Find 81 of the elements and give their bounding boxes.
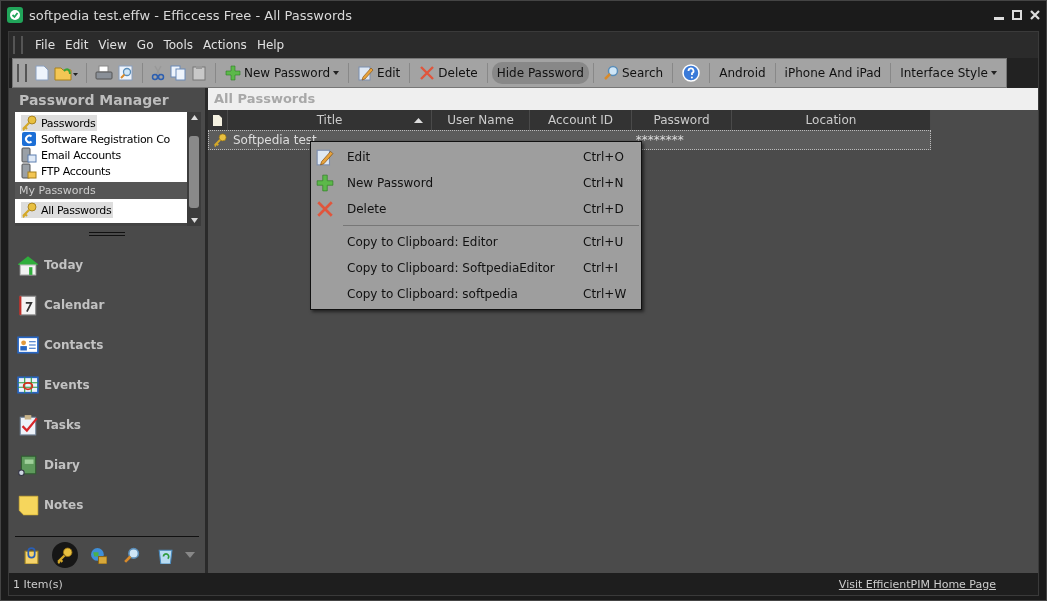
letter-c-icon <box>21 131 37 147</box>
menu-item[interactable]: Copy to Clipboard: Editor Ctrl+U <box>311 229 641 255</box>
shortcut-button[interactable] <box>52 542 78 568</box>
menu-item[interactable]: Delete Ctrl+D <box>311 196 641 222</box>
scrollbar-thumb[interactable] <box>189 136 199 208</box>
menu-bar-item[interactable]: Help <box>252 36 289 54</box>
key-icon <box>21 202 37 218</box>
menu-bar-item[interactable]: Edit <box>61 36 93 54</box>
server-icon <box>21 163 37 179</box>
toolbar-button[interactable]: New Password <box>220 62 345 84</box>
key-icon <box>56 546 74 564</box>
window-title: softpedia test.effw - Efficcess Free - All Passwords <box>29 7 354 23</box>
close-icon[interactable] <box>1030 10 1040 20</box>
menu-item[interactable]: Copy to Clipboard: softpedia Ctrl+W <box>311 281 641 307</box>
copy-icon[interactable] <box>170 65 186 81</box>
contact-card-icon <box>17 334 39 356</box>
toolbar-button[interactable]: iPhone And iPad <box>779 62 887 84</box>
nav-item[interactable]: Diary <box>17 454 197 476</box>
toolbar-button[interactable]: Edit <box>353 62 406 84</box>
new-document-icon[interactable] <box>35 65 49 81</box>
menu-item[interactable]: Copy to Clipboard: SoftpediaEditor Ctrl+I <box>311 255 641 281</box>
maximize-icon[interactable] <box>1012 10 1022 20</box>
category-item[interactable]: FTP Accounts <box>21 163 113 179</box>
search-icon <box>602 65 619 81</box>
nav-item[interactable]: Tasks <box>17 414 197 436</box>
events-grid-icon <box>17 374 39 396</box>
toolbar-button[interactable]: Hide Password <box>491 62 589 84</box>
scissors-icon[interactable] <box>151 65 165 81</box>
nav-item[interactable]: Events <box>17 374 197 396</box>
house-icon <box>17 254 39 276</box>
group-header: My Passwords <box>15 182 187 199</box>
category-item[interactable]: Passwords <box>21 115 98 131</box>
view-title: All Passwords <box>208 88 1038 110</box>
clipboard-icon <box>23 546 41 564</box>
toolbar-grip[interactable] <box>17 64 27 82</box>
print-preview-icon[interactable] <box>118 65 134 81</box>
toolbar-button[interactable]: Interface Style <box>895 62 1002 84</box>
menu-bar-item[interactable]: Go <box>132 36 158 54</box>
dropdown-caret-icon[interactable] <box>185 552 196 558</box>
pencil-icon <box>316 148 334 166</box>
plus-icon <box>316 174 334 192</box>
toolbar-button[interactable]: Search <box>597 62 669 84</box>
folder-icon[interactable] <box>54 65 78 81</box>
server-icon <box>21 147 37 163</box>
toolbar-button[interactable]: Delete <box>414 62 483 84</box>
nav-item[interactable]: Contacts <box>17 334 197 356</box>
panel-title: Password Manager <box>18 91 170 110</box>
document-icon <box>213 114 222 126</box>
home-page-link[interactable]: Visit EfficientPIM Home Page <box>838 577 996 591</box>
notebook-icon <box>17 454 39 476</box>
scroll-down-arrow-icon[interactable] <box>190 218 198 223</box>
menu-bar-item[interactable]: Actions <box>199 36 251 54</box>
cross-icon <box>419 65 436 81</box>
scroll-up-arrow-icon[interactable] <box>190 115 198 120</box>
key-icon <box>213 133 227 147</box>
help-icon <box>682 64 701 82</box>
category-item[interactable]: Software Registration Co <box>21 131 173 147</box>
menu-bar-item[interactable]: View <box>94 36 131 54</box>
calendar-icon <box>17 294 39 316</box>
globe-lock-icon <box>89 546 107 564</box>
clipboard-check-icon <box>17 414 39 436</box>
app-logo-icon <box>7 7 23 23</box>
search-icon <box>123 546 141 564</box>
nav-item[interactable]: Notes <box>17 494 197 516</box>
printer-icon[interactable] <box>95 65 113 81</box>
key-icon <box>21 115 37 131</box>
nav-item[interactable]: Today <box>17 254 197 276</box>
plus-icon <box>225 65 241 81</box>
cross-icon <box>316 200 334 218</box>
menu-bar-item[interactable]: File <box>31 36 60 54</box>
menu-bar-grip[interactable] <box>13 36 23 54</box>
pencil-icon <box>358 65 375 81</box>
menu-item[interactable]: New Password Ctrl+N <box>311 170 641 196</box>
category-item[interactable]: Email Accounts <box>21 147 123 163</box>
item-count: 1 Item(s) <box>13 577 64 591</box>
toolbar-button[interactable]: Android <box>714 62 771 84</box>
scrollbar[interactable] <box>187 112 201 226</box>
nav-item[interactable]: Calendar <box>17 294 197 316</box>
sticky-note-icon <box>17 494 39 516</box>
category-item[interactable]: All Passwords <box>21 202 114 218</box>
menu-bar-item[interactable]: Tools <box>159 36 198 54</box>
